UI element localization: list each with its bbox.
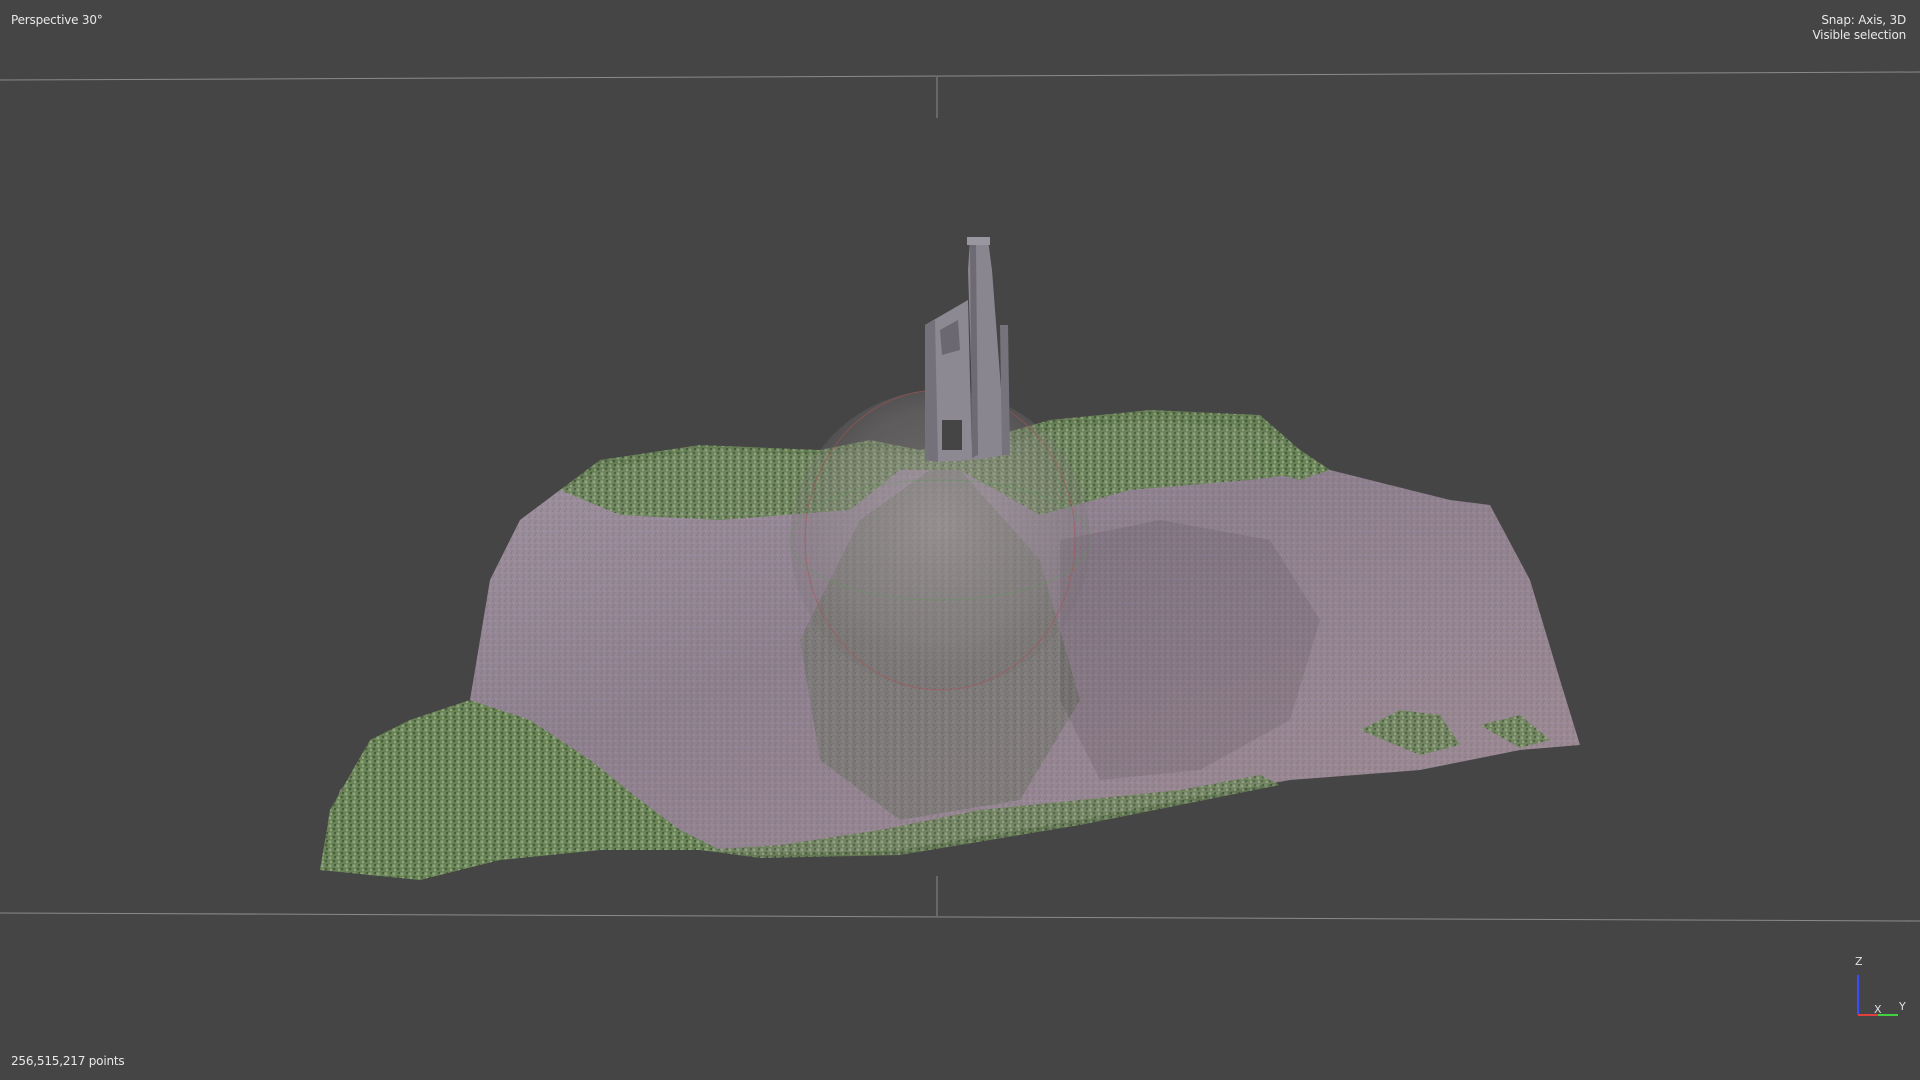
axis-gizmo[interactable]: Z X Y [1848, 955, 1908, 1025]
3d-viewport[interactable]: Perspective 30° Snap: Axis, 3D Visible s… [0, 0, 1920, 1080]
snap-info: Snap: Axis, 3D Visible selection [1812, 13, 1906, 43]
engine-house-ruin [925, 237, 1010, 462]
snap-mode-label: Snap: Axis, 3D [1821, 13, 1906, 27]
point-cloud-scene[interactable] [0, 0, 1920, 1080]
axis-z-label: Z [1855, 955, 1863, 968]
view-mode-label: Perspective 30° [11, 13, 103, 27]
axis-x-label: X [1874, 1003, 1882, 1016]
selection-mode-label: Visible selection [1812, 28, 1906, 42]
point-count-label: 256,515,217 points [11, 1054, 125, 1068]
axis-y-label: Y [1899, 1000, 1906, 1013]
